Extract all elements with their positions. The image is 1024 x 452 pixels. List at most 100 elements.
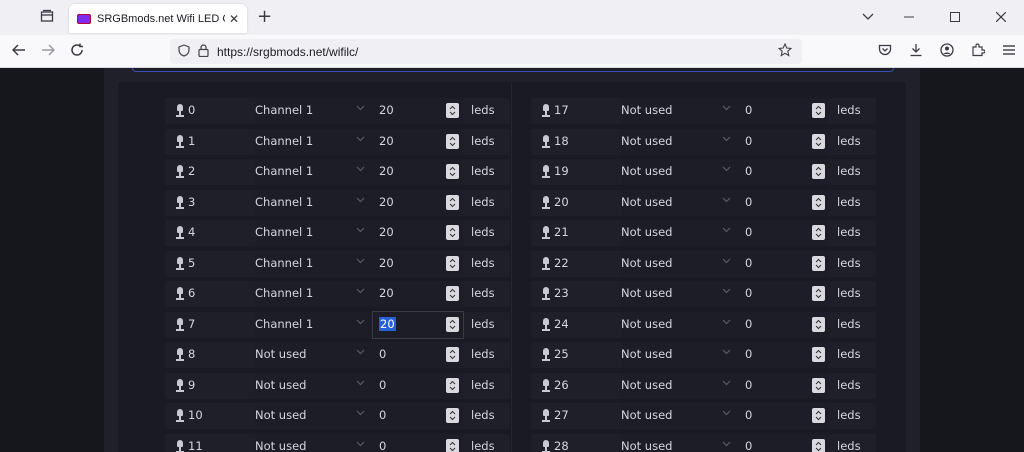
channel-select[interactable]: Channel 1 [255,189,373,216]
url-bar[interactable]: https://srgbmods.net/wifilc/ [170,39,802,64]
stepper-arrows-icon[interactable] [446,377,459,393]
stepper-arrows-icon[interactable] [446,103,459,118]
led-count-input[interactable]: 20 [373,281,463,307]
stepper-arrows-icon[interactable] [446,438,459,452]
led-count-input[interactable]: 0 [739,220,829,246]
channel-select[interactable]: Channel 1 [255,250,373,277]
channel-select[interactable]: Not used [621,281,739,307]
stepper-arrows-icon[interactable] [812,438,825,452]
chevron-down-icon [356,196,365,206]
stepper-arrows-icon[interactable] [446,164,459,179]
minimize-icon[interactable] [886,11,932,25]
channel-select[interactable]: Not used [621,189,739,216]
stepper-arrows-icon[interactable] [446,286,459,301]
stepper-arrows-icon[interactable] [446,316,459,332]
maximize-icon[interactable] [932,11,978,25]
channel-select[interactable]: Not used [621,342,739,368]
shield-icon[interactable] [178,43,190,60]
led-count-input[interactable]: 0 [739,159,829,185]
channel-select[interactable]: Not used [255,433,373,452]
channel-select[interactable]: Not used [255,342,373,368]
led-count-value: 20 [379,194,394,209]
channel-select[interactable]: Channel 1 [255,128,373,155]
led-count-input[interactable]: 0 [373,372,463,399]
led-count-input[interactable]: 0 [739,433,829,452]
new-tab-button[interactable]: + [257,8,272,26]
channel-select[interactable]: Not used [621,433,739,452]
stepper-arrows-icon[interactable] [446,225,459,240]
leds-unit-label: leds [471,347,495,361]
stepper-arrows-icon[interactable] [812,225,825,240]
stepper-arrows-icon[interactable] [812,377,825,393]
close-window-icon[interactable] [978,11,1024,25]
channel-select[interactable]: Channel 1 [255,159,373,185]
stepper-arrows-icon[interactable] [446,347,459,362]
stepper-arrows-icon[interactable] [446,408,459,423]
channel-select[interactable]: Not used [621,98,739,124]
forward-arrow-icon[interactable] [41,43,56,61]
led-count-input[interactable]: 0 [739,342,829,368]
channel-select[interactable]: Channel 1 [255,220,373,246]
channel-select[interactable]: Channel 1 [255,311,373,338]
stepper-arrows-icon[interactable] [812,133,825,149]
stepper-arrows-icon[interactable] [812,408,825,423]
led-count-input[interactable]: 20 [373,189,463,216]
led-count-input[interactable]: 20 [373,250,463,277]
stepper-arrows-icon[interactable] [812,103,825,118]
stepper-arrows-icon[interactable] [812,255,825,271]
led-count-input[interactable]: 20 [373,220,463,246]
led-count-input[interactable]: 20 [373,98,463,124]
stepper-arrows-icon[interactable] [812,194,825,210]
led-count-input[interactable]: 20 [372,310,464,339]
chevron-down-icon [722,104,731,114]
led-count-input[interactable]: 0 [739,372,829,399]
stepper-arrows-icon[interactable] [812,286,825,301]
channel-select[interactable]: Channel 1 [255,281,373,307]
led-count-input[interactable]: 0 [373,342,463,368]
stepper-arrows-icon[interactable] [812,164,825,179]
channel-select[interactable]: Not used [621,403,739,429]
pocket-icon[interactable] [869,43,900,61]
stepper-arrows-icon[interactable] [446,255,459,271]
led-count-input[interactable]: 0 [739,189,829,216]
led-count-input[interactable]: 0 [739,281,829,307]
stepper-arrows-icon[interactable] [446,133,459,149]
channel-select[interactable]: Not used [255,372,373,399]
led-count-input[interactable]: 0 [739,128,829,155]
led-count-input[interactable]: 0 [373,403,463,429]
menu-hamburger-icon[interactable] [993,44,1024,60]
channel-select[interactable]: Not used [621,220,739,246]
tab-list-icon[interactable] [40,9,56,25]
list-all-tabs-chevron-icon[interactable] [862,10,874,24]
channel-select[interactable]: Not used [621,372,739,399]
led-count-input[interactable]: 0 [739,403,829,429]
led-count-input[interactable]: 0 [373,433,463,452]
leds-unit-label: leds [837,133,861,148]
led-count-input[interactable]: 0 [739,98,829,124]
leds-unit-label: leds [471,438,495,452]
led-count-input[interactable]: 0 [739,311,829,338]
lock-icon[interactable] [198,43,209,60]
led-count-input[interactable]: 20 [373,128,463,155]
downloads-icon[interactable] [900,43,931,61]
channel-select[interactable]: Not used [621,250,739,277]
channel-select[interactable]: Channel 1 [255,98,373,124]
channel-select[interactable]: Not used [621,128,739,155]
stepper-arrows-icon[interactable] [812,347,825,362]
stepper-arrows-icon[interactable] [812,316,825,332]
led-count-input[interactable]: 0 [739,250,829,277]
led-count-input[interactable]: 20 [373,159,463,185]
reload-icon[interactable] [70,43,84,61]
back-arrow-icon[interactable] [11,43,26,61]
stepper-arrows-icon[interactable] [446,194,459,210]
led-count-value: 20 [379,225,394,239]
active-tab[interactable]: SRGBmods.net Wifi LED Controller ✕ [69,4,247,33]
extensions-icon[interactable] [962,42,993,61]
channel-select[interactable]: Not used [621,311,739,338]
bookmark-star-icon[interactable] [777,42,793,61]
account-icon[interactable] [931,42,962,61]
channel-select[interactable]: Not used [621,159,739,185]
channel-select[interactable]: Not used [255,403,373,429]
chevron-down-icon [356,104,365,114]
tab-close-icon[interactable]: ✕ [229,12,239,26]
